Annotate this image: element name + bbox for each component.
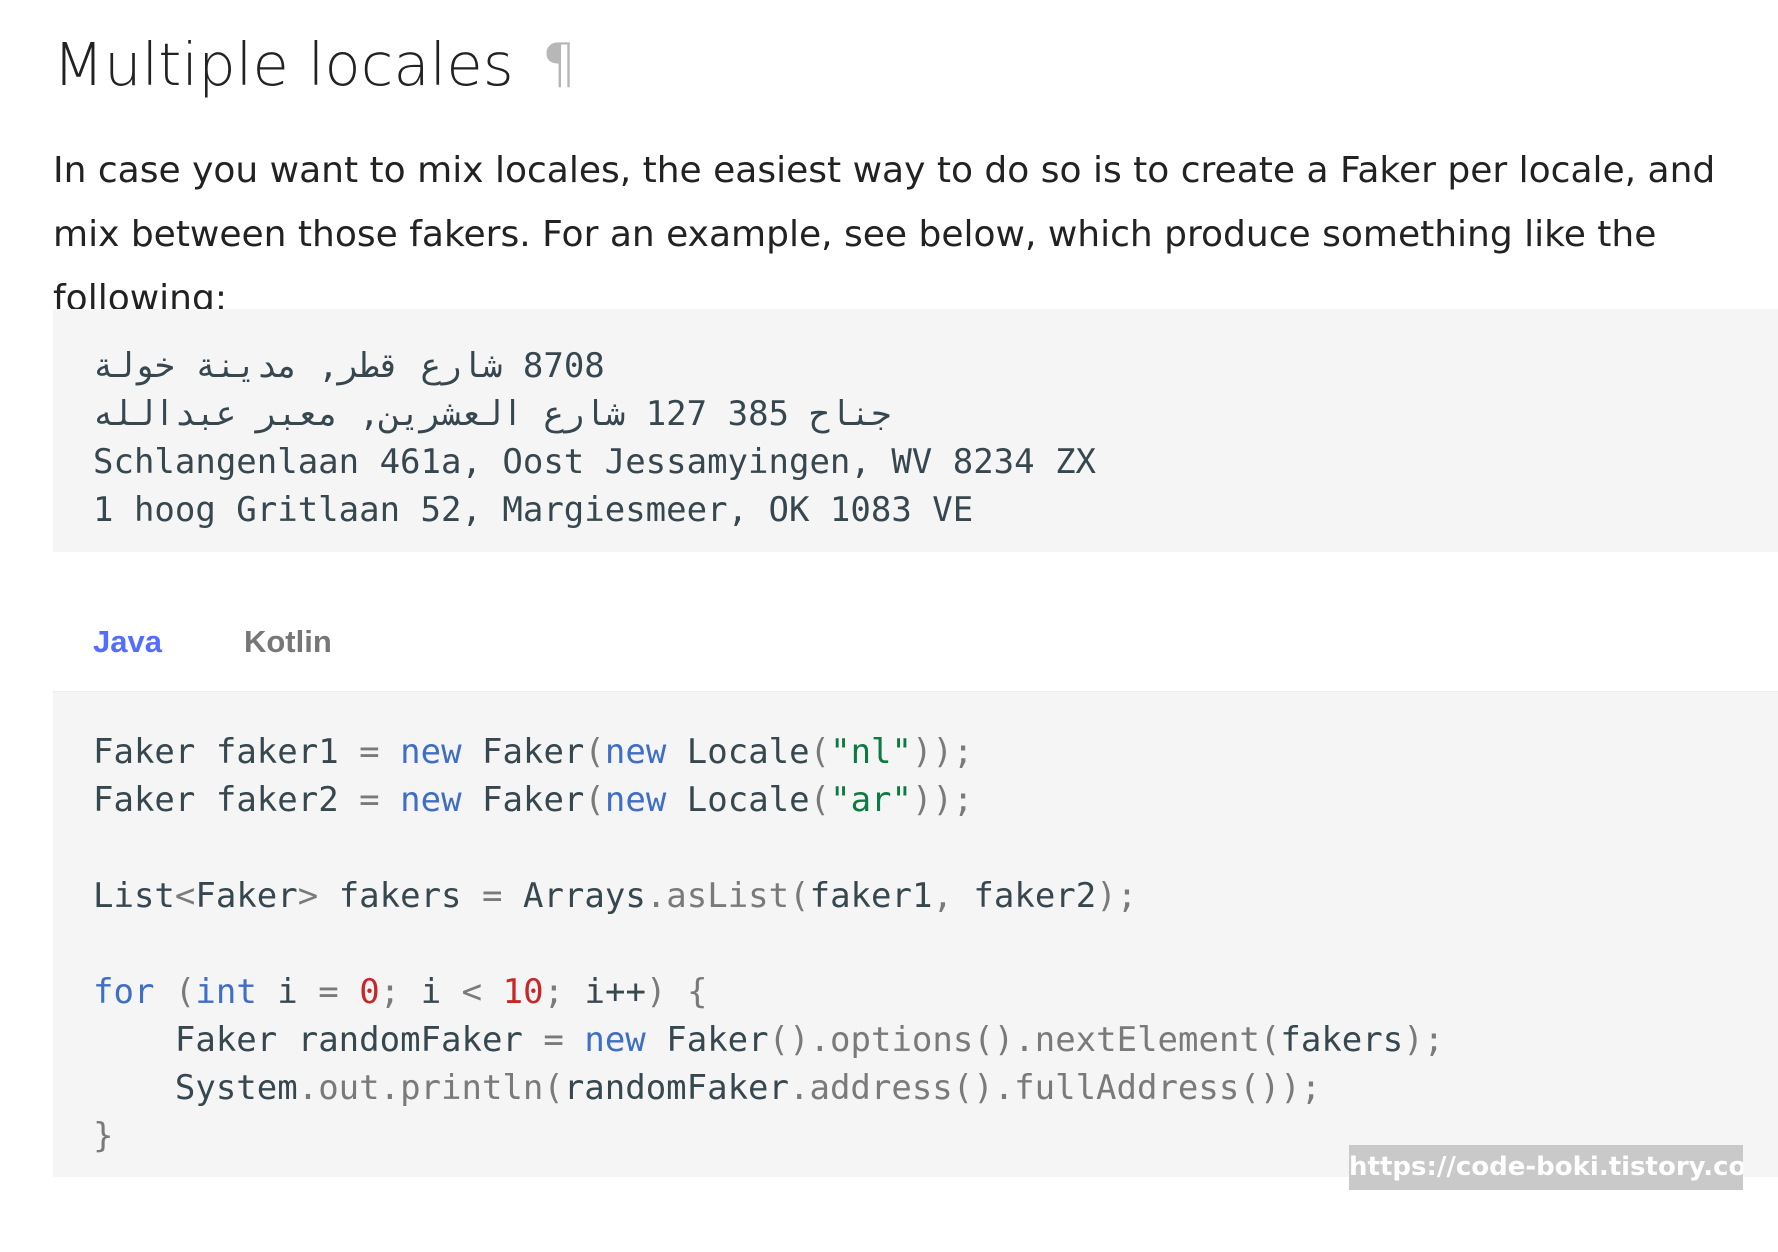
output-line: 1 hoog Gritlaan 52, Margiesmeer, OK 1083… bbox=[93, 490, 974, 530]
language-tabs: Java Kotlin bbox=[53, 612, 374, 672]
output-line: Schlangenlaan 461a, Oost Jessamyingen, W… bbox=[93, 442, 1097, 482]
output-line: 8708 شارع قطر, مدينة خولة bbox=[93, 346, 605, 386]
output-code-block: 8708 شارع قطر, مدينة خولة جناح 385 127 ش… bbox=[53, 309, 1778, 552]
page-title: Multiple locales bbox=[53, 29, 514, 99]
code-line: Faker randomFaker = new Faker().options(… bbox=[174, 1020, 1445, 1060]
permalink-icon[interactable]: ¶ bbox=[542, 37, 577, 91]
page: Multiple locales ¶ In case you want to m… bbox=[53, 0, 1778, 1177]
tab-java[interactable]: Java bbox=[93, 624, 162, 660]
java-code-block: Faker faker1 = new Faker(new Locale("nl"… bbox=[53, 691, 1778, 1177]
code-line: Faker faker2 = new Faker(new Locale("ar"… bbox=[93, 780, 974, 820]
code-line: List<Faker> fakers = Arrays.asList(faker… bbox=[93, 876, 1138, 916]
watermark-url: https://code-boki.tistory.com bbox=[1349, 1145, 1743, 1190]
code-line: System.out.println(randomFaker.address()… bbox=[174, 1068, 1322, 1108]
code-line: Faker faker1 = new Faker(new Locale("nl"… bbox=[93, 732, 974, 772]
intro-paragraph: In case you want to mix locales, the eas… bbox=[53, 150, 1716, 319]
output-line: جناح 385 127 شارع العشرين, معبر عبدالله bbox=[93, 394, 892, 434]
code-line: for (int i = 0; i < 10; i++) { bbox=[93, 972, 708, 1012]
tab-kotlin[interactable]: Kotlin bbox=[244, 624, 332, 660]
page-heading: Multiple locales ¶ bbox=[53, 0, 1778, 106]
